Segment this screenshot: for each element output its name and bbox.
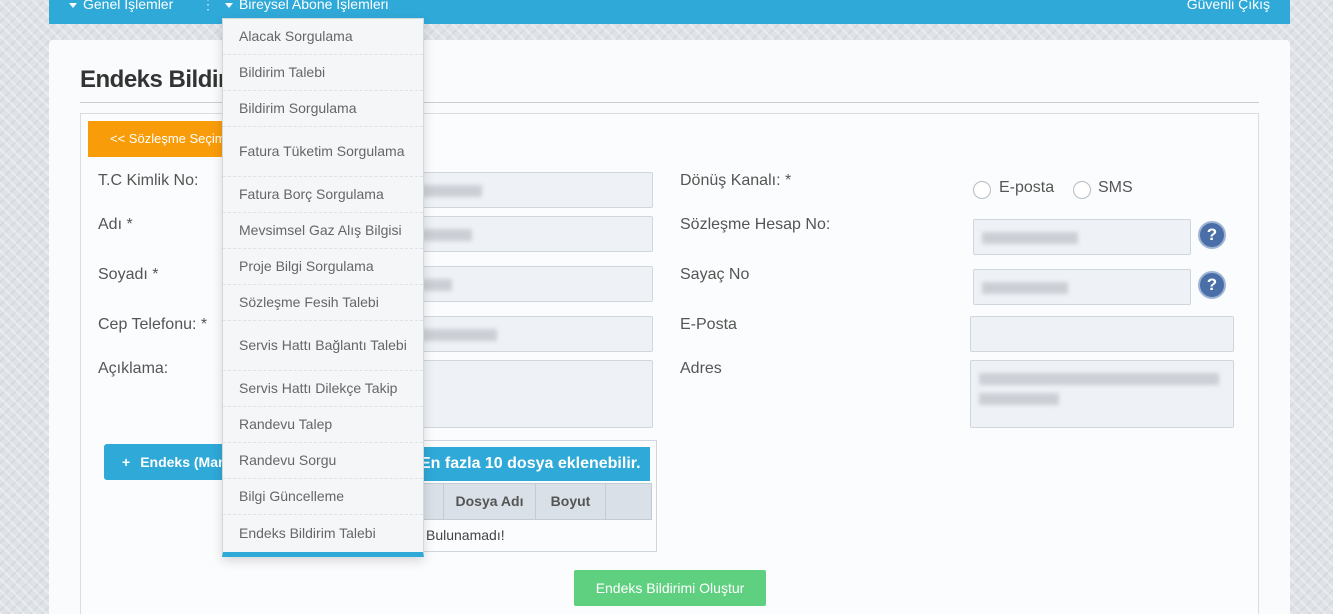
email-radio[interactable]	[973, 181, 991, 199]
nav-separator: ⋮	[201, 0, 215, 12]
plus-icon: +	[122, 454, 131, 470]
tc-label: T.C Kimlik No:	[98, 172, 199, 189]
redacted-value	[422, 185, 482, 197]
help-icon[interactable]: ?	[1198, 221, 1226, 249]
redacted-value	[422, 329, 497, 341]
meter-label: Sayaç No	[680, 266, 750, 283]
menu-item-receivable-inquiry[interactable]: Alacak Sorgulama	[223, 19, 423, 55]
menu-item-service-line-petition-tracking[interactable]: Servis Hattı Dilekçe Takip	[223, 371, 423, 407]
menu-item-invoice-debt-inquiry[interactable]: Fatura Borç Sorgulama	[223, 177, 423, 213]
redacted-value	[982, 232, 1078, 244]
menu-item-invoice-consumption-inquiry[interactable]: Fatura Tüketim Sorgulama	[223, 127, 423, 177]
help-icon[interactable]: ?	[1198, 271, 1226, 299]
menu-item-info-update[interactable]: Bilgi Güncelleme	[223, 479, 423, 515]
contract-account-input[interactable]	[973, 219, 1191, 255]
nav-general-operations[interactable]: Genel İşlemler	[69, 0, 173, 24]
menu-item-appointment-request[interactable]: Randevu Talep	[223, 407, 423, 443]
individual-subscriber-dropdown: Alacak Sorgulama Bildirim Talebi Bildiri…	[222, 18, 424, 557]
description-label: Açıklama:	[98, 360, 169, 377]
redacted-value	[979, 393, 1059, 405]
surname-label: Soyadı *	[98, 266, 159, 283]
no-files-message: Bulunamadı!	[426, 527, 505, 543]
email-radio-label: E-posta	[999, 179, 1055, 196]
caret-down-icon	[225, 2, 233, 8]
phone-label: Cep Telefonu: *	[98, 316, 208, 333]
menu-item-project-info-inquiry[interactable]: Proje Bilgi Sorgulama	[223, 249, 423, 285]
menu-item-seasonal-gas-info[interactable]: Mevsimsel Gaz Alış Bilgisi	[223, 213, 423, 249]
menu-item-notification-inquiry[interactable]: Bildirim Sorgulama	[223, 91, 423, 127]
col-size: Boyut	[535, 484, 605, 519]
col-file-name: Dosya Adı	[443, 484, 535, 519]
return-channel-label: Dönüş Kanalı: *	[680, 172, 792, 189]
sms-radio-label: SMS	[1098, 179, 1133, 196]
redacted-value	[982, 282, 1068, 294]
create-index-notification-button[interactable]: Endeks Bildirimi Oluştur	[574, 570, 766, 606]
address-textarea[interactable]	[970, 360, 1234, 428]
redacted-value	[979, 373, 1219, 385]
sms-radio[interactable]	[1073, 181, 1091, 199]
menu-item-contract-termination-request[interactable]: Sözleşme Fesih Talebi	[223, 285, 423, 321]
address-label: Adres	[680, 360, 722, 377]
email-input[interactable]	[970, 316, 1234, 352]
redacted-value	[422, 279, 452, 291]
email-label: E-Posta	[680, 316, 737, 333]
col-actions	[605, 484, 652, 519]
contract-account-label: Sözleşme Hesap No:	[680, 216, 831, 233]
name-label: Adı *	[98, 216, 133, 233]
menu-item-index-notification-request[interactable]: Endeks Bildirim Talebi	[223, 515, 423, 551]
menu-item-notification-request[interactable]: Bildirim Talebi	[223, 55, 423, 91]
meter-input[interactable]	[973, 269, 1191, 305]
logout-link[interactable]: Güvenli Çıkış	[1187, 0, 1270, 24]
menu-item-appointment-inquiry[interactable]: Randevu Sorgu	[223, 443, 423, 479]
redacted-value	[422, 229, 472, 241]
back-to-contract-button[interactable]: << Sözleşme Seçimi	[88, 121, 238, 157]
menu-item-service-line-connection-request[interactable]: Servis Hattı Bağlantı Talebi	[223, 321, 423, 371]
caret-down-icon	[69, 2, 77, 8]
